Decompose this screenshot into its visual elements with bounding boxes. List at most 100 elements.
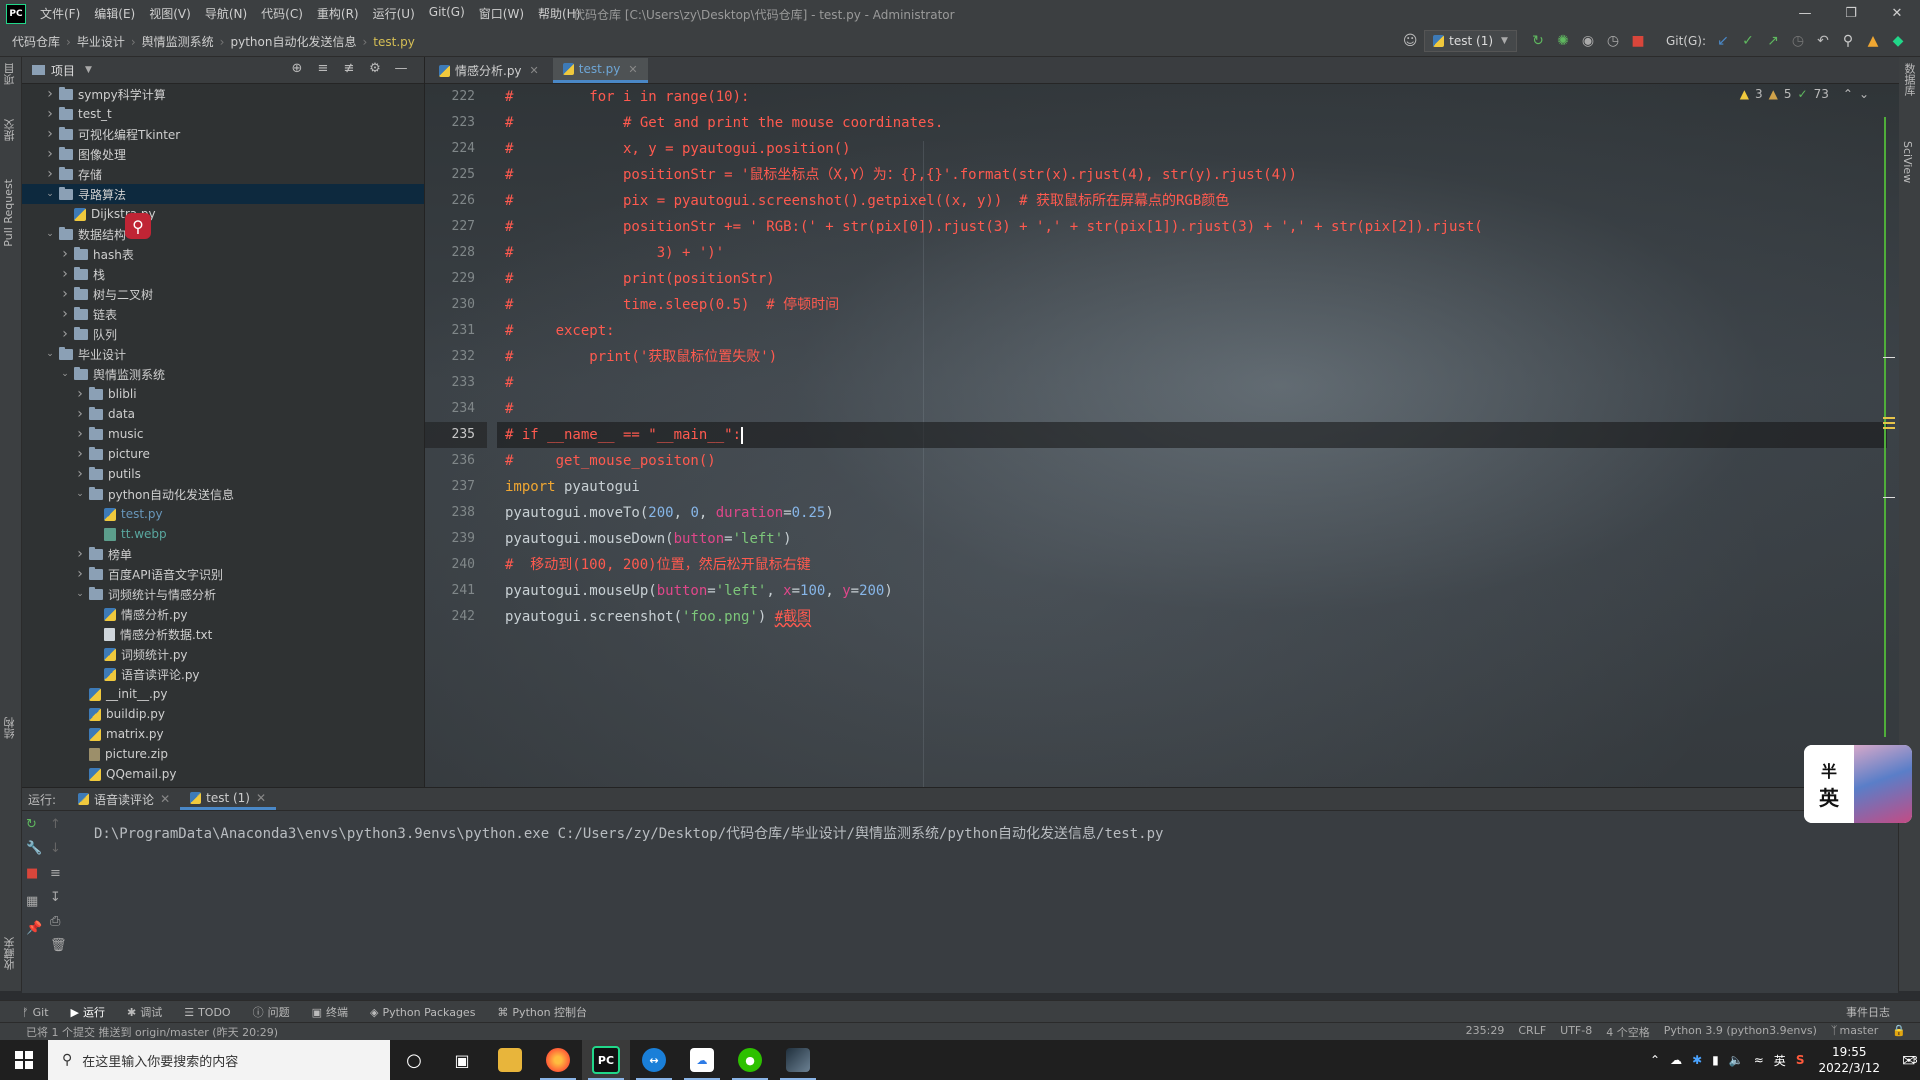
rollback-icon[interactable]: ↶ (1812, 30, 1834, 52)
menu-git[interactable]: Git(G) (429, 5, 465, 22)
print-icon[interactable]: ⎙ (50, 914, 60, 929)
profile-icon[interactable]: ◷ (1602, 30, 1624, 52)
tree-item[interactable]: 词频统计.py (22, 644, 424, 664)
tree-item[interactable]: › 百度API语音文字识别 (22, 564, 424, 584)
tree-item[interactable]: › 栈 (22, 264, 424, 284)
code-line[interactable]: pyautogui.mouseUp(button='left', x=100, … (497, 578, 1887, 604)
history-icon[interactable]: ◷ (1787, 30, 1809, 52)
code-line[interactable]: # positionStr = '鼠标坐标点（X,Y）为：{},{}'.form… (497, 162, 1887, 188)
bottom-tab-play[interactable]: ▶ 运行 (71, 1004, 105, 1020)
tree-item[interactable]: › 图像处理 (22, 144, 424, 164)
task-view-button[interactable]: ▣ (438, 1040, 486, 1080)
tool-tab-sciview[interactable]: SciView (1901, 141, 1914, 183)
tool-tab-favorites[interactable]: 收藏夹 (2, 937, 18, 970)
game-app[interactable] (774, 1040, 822, 1080)
tree-item[interactable]: › music (22, 424, 424, 444)
code-line[interactable]: # # Get and print the mouse coordinates. (497, 110, 1887, 136)
breadcrumb-item[interactable]: 毕业设计 (77, 33, 125, 50)
file-encoding[interactable]: UTF-8 (1560, 1024, 1592, 1040)
chevron-right-icon[interactable]: › (43, 146, 57, 162)
tree-item[interactable]: ⌄ 舆情监测系统 (22, 364, 424, 384)
line-number[interactable]: 232 (425, 344, 487, 370)
git-push-icon[interactable]: ↗ (1762, 30, 1784, 52)
line-number[interactable]: 237 (425, 474, 487, 500)
code-line[interactable]: pyautogui.screenshot('foo.png') #截图 (497, 604, 1887, 630)
tool-tab-pull-request[interactable]: Pull Request (2, 179, 15, 247)
chevron-right-icon[interactable]: › (43, 106, 57, 122)
tree-item[interactable]: QQemail.py (22, 764, 424, 784)
tool-tab-commit[interactable]: 提交 (2, 119, 18, 141)
breadcrumb-item[interactable]: 代码仓库 (12, 33, 60, 50)
start-button[interactable] (0, 1040, 48, 1080)
chevron-down-icon[interactable]: ⌄ (58, 369, 72, 379)
bottom-tab-problems[interactable]: ⓘ 问题 (253, 1004, 290, 1020)
chevron-right-icon[interactable]: › (43, 166, 57, 182)
line-number[interactable]: 242 (425, 604, 487, 630)
taskbar-search[interactable]: ⚲ 在这里输入你要搜索的内容 (48, 1040, 390, 1080)
bottom-tab-todo[interactable]: ☰ TODO (184, 1006, 230, 1019)
code-line[interactable]: # except: (497, 318, 1887, 344)
user-icon[interactable]: ☺ (1399, 30, 1421, 52)
run-tab-speech[interactable]: 语音读评论 ✕ (68, 788, 180, 810)
layout-icon[interactable]: ▦ (26, 894, 38, 909)
breadcrumb-file[interactable]: test.py (373, 35, 415, 49)
tree-item[interactable]: picture.zip (22, 744, 424, 764)
tree-item[interactable]: › 存储 (22, 164, 424, 184)
wechat-app[interactable]: ● (726, 1040, 774, 1080)
chevron-right-icon[interactable]: › (73, 546, 87, 562)
volume-icon[interactable]: 🔈 (1729, 1053, 1744, 1067)
search-icon[interactable]: ⚲ (1837, 30, 1859, 52)
tree-item[interactable]: › putils (22, 464, 424, 484)
tool-tab-structure[interactable]: 结构 (2, 717, 18, 739)
console-output[interactable]: D:\ProgramData\Anaconda3\envs\python3.9e… (94, 823, 1163, 843)
locate-icon[interactable]: ⊕ (284, 61, 310, 76)
code-line[interactable]: pyautogui.moveTo(200, 0, duration=0.25) (497, 500, 1887, 526)
chevron-right-icon[interactable]: › (58, 266, 72, 282)
firefox-app[interactable] (534, 1040, 582, 1080)
tree-item[interactable]: › data (22, 404, 424, 424)
run-tab-test[interactable]: test (1) ✕ (180, 788, 277, 810)
cursor-position[interactable]: 235:29 (1466, 1024, 1505, 1040)
menu-edit[interactable]: 编辑(E) (94, 5, 135, 22)
code-line[interactable]: # print('获取鼠标位置失败') (497, 344, 1887, 370)
bottom-tab-packages[interactable]: ◈ Python Packages (370, 1006, 475, 1019)
project-panel-title[interactable]: 项目 (51, 62, 75, 79)
close-tab-icon[interactable]: ✕ (256, 791, 266, 805)
breadcrumb-item[interactable]: 舆情监测系统 (142, 33, 214, 50)
tree-item[interactable]: › 链表 (22, 304, 424, 324)
tab-test-py[interactable]: test.py ✕ (552, 58, 648, 83)
tab-sentiment-py[interactable]: 情感分析.py ✕ (429, 58, 549, 83)
line-number[interactable]: 226 (425, 188, 487, 214)
chevron-right-icon[interactable]: › (43, 86, 57, 102)
arrow-down-icon[interactable]: ↓ (50, 841, 61, 856)
soft-wrap-icon[interactable]: ≡ (50, 866, 61, 881)
line-number[interactable]: 234 (425, 396, 487, 422)
code-line[interactable]: # (497, 396, 1887, 422)
line-number[interactable]: 241 (425, 578, 487, 604)
bottom-tab-bug[interactable]: ✱ 调试 (127, 1004, 162, 1020)
close-tab-icon[interactable]: ✕ (530, 64, 539, 77)
git-branch[interactable]: master (1840, 1024, 1879, 1040)
scroll-to-end-icon[interactable]: ↧ (50, 890, 61, 905)
tool-tab-database[interactable]: 数据库 (1901, 63, 1917, 96)
bottom-tab-console[interactable]: ⌘ Python 控制台 (497, 1004, 587, 1020)
chevron-down-icon[interactable]: ▼ (85, 65, 92, 75)
chevron-right-icon[interactable]: › (73, 446, 87, 462)
line-number[interactable]: 238 (425, 500, 487, 526)
tree-item[interactable]: tt.webp (22, 524, 424, 544)
code-line[interactable]: # pix = pyautogui.screenshot().getpixel(… (497, 188, 1887, 214)
menu-refactor[interactable]: 重构(R) (317, 5, 359, 22)
code-line[interactable]: pyautogui.mouseDown(button='left') (497, 526, 1887, 552)
tree-item[interactable]: buildip.py (22, 704, 424, 724)
menu-navigate[interactable]: 导航(N) (205, 5, 247, 22)
tree-item[interactable]: ⌄ 数据结构 (22, 224, 424, 244)
chevron-right-icon[interactable]: › (73, 466, 87, 482)
tree-item[interactable]: ⌄ 词频统计与情感分析 (22, 584, 424, 604)
menu-view[interactable]: 视图(V) (149, 5, 191, 22)
close-tab-icon[interactable]: ✕ (160, 792, 170, 806)
floating-widget[interactable]: 半 英 (1804, 745, 1912, 823)
code-line[interactable]: # positionStr += ' RGB:(' + str(pix[0]).… (497, 214, 1887, 240)
error-stripe[interactable] (1883, 117, 1896, 767)
battery-icon[interactable]: ▮ (1712, 1053, 1719, 1067)
line-number[interactable]: 230 (425, 292, 487, 318)
